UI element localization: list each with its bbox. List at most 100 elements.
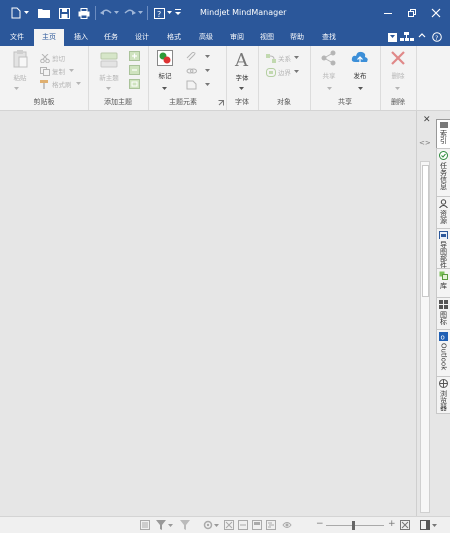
tab-find[interactable]: 查找 — [316, 28, 342, 46]
pane-expand-icon[interactable]: <> — [419, 139, 431, 147]
ribbon-options-icon[interactable] — [388, 32, 397, 42]
print-icon[interactable] — [76, 5, 92, 21]
notes-dropdown-icon[interactable] — [205, 83, 210, 87]
share-dropdown-icon[interactable] — [327, 85, 332, 93]
attachment-dropdown-icon[interactable] — [205, 55, 210, 59]
side-tab-icons[interactable]: 图标 — [436, 297, 450, 331]
share-label: 共享 — [322, 72, 336, 80]
status-bar: − + — [0, 516, 450, 533]
copy-dropdown-icon[interactable] — [69, 69, 74, 73]
filter-dropdown-icon[interactable] — [168, 520, 174, 530]
side-tab-map-parts[interactable]: 导图部件 — [436, 228, 450, 270]
publish-button[interactable]: 发布 — [348, 50, 372, 80]
group-clipboard: 粘贴 剪切 复制 格式刷 剪贴板 — [0, 46, 89, 110]
topic-elements-launcher-icon[interactable] — [218, 100, 224, 106]
redo-dropdown-icon[interactable] — [137, 5, 143, 21]
collapse-ribbon-icon[interactable] — [418, 32, 428, 42]
tab-file[interactable]: 文件 — [4, 28, 30, 46]
open-folder-icon[interactable] — [36, 5, 52, 21]
new-topic-button[interactable]: 新主题 — [94, 50, 124, 82]
tab-insert[interactable]: 插入 — [68, 28, 94, 46]
focus-icon[interactable] — [282, 520, 292, 530]
notes-button[interactable] — [186, 80, 210, 90]
undo-icon[interactable] — [99, 5, 113, 21]
tab-design[interactable]: 设计 — [128, 28, 156, 46]
expand-all-icon[interactable] — [224, 520, 234, 530]
help-icon[interactable]: ? — [152, 5, 166, 21]
paste-button[interactable]: 粘贴 — [8, 50, 32, 82]
redo-icon[interactable] — [123, 5, 137, 21]
markers-dropdown-icon[interactable] — [162, 85, 167, 93]
collapse-icon[interactable] — [238, 520, 248, 530]
tab-review[interactable]: 审阅 — [224, 28, 250, 46]
new-topic-dropdown-icon[interactable] — [106, 85, 111, 93]
close-icon[interactable] — [426, 4, 446, 22]
boundary-button[interactable]: 边界 — [266, 66, 301, 78]
share-button[interactable]: 共享 — [318, 50, 340, 80]
help-circle-icon[interactable]: ? — [432, 32, 442, 42]
relationship-button[interactable]: 关系 — [266, 52, 301, 64]
side-tab-label: Outlook — [439, 343, 448, 371]
new-dropdown-icon[interactable] — [22, 5, 30, 21]
side-tab-library[interactable]: 库 — [436, 268, 450, 299]
copy-button[interactable]: 复制 — [40, 65, 76, 77]
attachment-button[interactable] — [186, 52, 210, 62]
gantt-view-icon[interactable] — [266, 520, 276, 530]
layout-icon[interactable] — [400, 32, 414, 42]
help-dropdown-icon[interactable] — [166, 5, 172, 21]
tab-task[interactable]: 任务 — [98, 28, 124, 46]
cut-button[interactable]: 剪切 — [40, 52, 65, 64]
side-tab-task-info[interactable]: 任务信息 — [436, 148, 450, 198]
zoom-in-icon[interactable]: + — [388, 519, 396, 529]
gear-icon[interactable] — [203, 520, 213, 530]
delete-dropdown-icon[interactable] — [395, 85, 400, 93]
pane-scrollbar-thumb[interactable] — [422, 165, 429, 297]
restore-icon[interactable] — [402, 4, 422, 22]
zoom-out-icon[interactable]: − — [316, 519, 324, 529]
fit-map-icon[interactable] — [400, 520, 410, 530]
tab-view[interactable]: 视图 — [254, 28, 280, 46]
floating-topic-icon[interactable] — [129, 65, 140, 77]
side-tab-label: 图标 — [439, 311, 448, 325]
tab-help[interactable]: 帮助 — [284, 28, 310, 46]
filter-icon[interactable] — [156, 520, 166, 530]
minimize-icon[interactable] — [378, 4, 398, 22]
customize-qat-icon[interactable] — [173, 5, 183, 21]
subtopic-icon[interactable] — [129, 51, 140, 63]
callout-topic-icon[interactable] — [129, 79, 140, 91]
format-painter-dropdown-icon[interactable] — [75, 82, 81, 86]
outline-view-icon[interactable] — [252, 520, 262, 530]
side-tab-resources[interactable]: 资源 — [436, 196, 450, 230]
pane-scrollbar[interactable] — [420, 161, 430, 513]
funnel-icon[interactable] — [180, 520, 190, 530]
side-tab-browser[interactable]: 浏览器 — [436, 376, 450, 414]
gear-dropdown-icon[interactable] — [214, 520, 220, 530]
markers-button[interactable]: 标记 — [152, 50, 178, 80]
zoom-slider[interactable] — [326, 525, 384, 526]
index-icon — [439, 122, 448, 128]
undo-dropdown-icon[interactable] — [113, 5, 119, 21]
zoom-slider-thumb[interactable] — [352, 521, 355, 530]
relationship-dropdown-icon[interactable] — [294, 56, 299, 60]
side-tab-label: 资源 — [439, 210, 448, 224]
hyperlink-button[interactable] — [186, 66, 210, 76]
tab-home[interactable]: 主页 — [34, 29, 64, 46]
side-tab-index[interactable]: 索引 — [436, 119, 450, 150]
tab-advanced[interactable]: 高级 — [192, 28, 220, 46]
task-pane-toggle-icon[interactable] — [420, 520, 430, 530]
font-dropdown-icon[interactable] — [239, 85, 244, 93]
map-canvas[interactable] — [0, 111, 416, 516]
hyperlink-dropdown-icon[interactable] — [205, 69, 210, 73]
boundary-dropdown-icon[interactable] — [294, 70, 299, 74]
font-button[interactable]: A 字体 — [229, 50, 255, 82]
map-index-icon[interactable] — [140, 520, 150, 530]
side-tab-outlook[interactable]: o Outlook — [436, 329, 450, 378]
format-painter-button[interactable]: 格式刷 — [40, 78, 83, 90]
publish-dropdown-icon[interactable] — [358, 85, 363, 93]
paste-dropdown-icon[interactable] — [14, 85, 19, 93]
save-icon[interactable] — [56, 5, 72, 21]
tab-format[interactable]: 格式 — [160, 28, 188, 46]
task-pane-dropdown-icon[interactable] — [432, 520, 438, 530]
delete-button[interactable]: 删除 — [386, 50, 410, 80]
pane-close-icon[interactable]: ✕ — [423, 115, 431, 125]
